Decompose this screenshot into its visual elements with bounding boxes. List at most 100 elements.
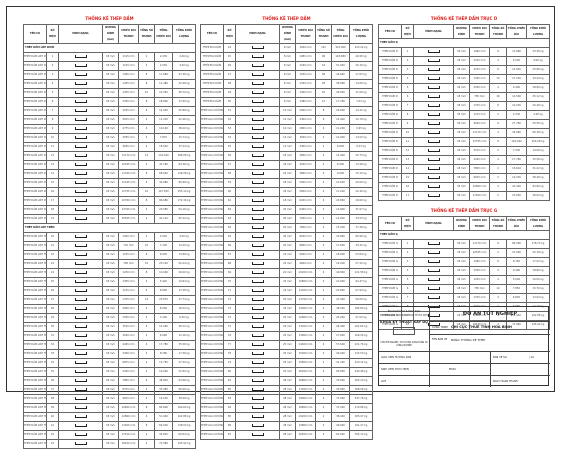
bar-diameter: 22 mm [279,277,296,287]
rebar-shape-icon [74,378,87,382]
bar-diameter: 18 mm [102,412,119,422]
total-length: 42.400 [506,182,527,192]
bar-diameter: 18 mm [453,182,470,192]
table-row: THÉP DẦM LỚP DƯỚI8 18 mm5615 mm211.23022.… [23,115,196,125]
bar-count: 2 [489,173,507,183]
mark-number: 46 [223,61,236,71]
bar-count: 2 [315,385,332,395]
column-header: TỔNG CHIỀU DÀI [506,24,527,39]
bar-length: 1155 mm [118,250,139,260]
bar-shape-cell [235,367,280,377]
member-name: THÉP DẦM LỚP TRÊN [23,349,47,359]
bar-shape-cell [235,340,280,350]
rebar-shape-icon [74,81,87,85]
total-length: 42.180 [154,160,173,170]
member-name: THÉP DẦM LỚP TRÊN [23,250,47,260]
bar-length: 2000 mm [295,106,316,116]
member-name: THÉP GIA CƯỜNG [200,169,224,179]
bar-diameter: 28 mm [279,412,296,422]
title-block-divider [379,351,550,352]
bar-count: 4 [489,182,507,192]
column-header: TỔNG SỐ THANH [138,24,155,44]
member-name: THÉP GIA CƯỜNG [200,322,224,332]
bar-diameter: 18 mm [102,232,119,242]
bar-count: 6 [138,106,155,116]
bar-count: 2 [315,277,332,287]
total-weight: 121.58 kg [349,268,373,278]
total-weight: 14.06 kg [526,146,550,156]
bar-count: 2 [138,133,155,143]
total-weight: 66.96 kg [172,385,196,395]
table-row: THÉP DẦM LỚP TRÊN34 18 mm6875 mm213.75027… [23,358,196,368]
total-weight: 394.13 kg [349,430,373,440]
mark-number: 63 [223,214,236,224]
column-header: CHIỀU DÀI THANH [118,24,139,44]
member-name: THÉP DẦM LỚP DƯỚI [23,205,47,215]
bar-count: 2 [315,142,332,152]
bar-length: 11170 mm [469,128,490,138]
member-name: THÉP GIA CƯỜNG [200,160,224,170]
bar-count: 14 [138,295,155,305]
mark-number: 1 [401,239,414,249]
rebar-shape-icon [427,49,440,53]
bar-diameter: 18 mm [102,376,119,386]
bar-diameter: 18 mm [453,257,470,267]
bar-diameter: 18 mm [102,151,119,161]
member-name: THÉP DẦM LỚP TRÊN [23,322,47,332]
mark-number: 4 [46,79,59,89]
bar-count: 4 [315,133,332,143]
bar-shape-cell [235,430,280,440]
bar-diameter: 18 mm [102,250,119,260]
total-length: 3.100 [154,313,173,323]
bar-shape-cell [413,110,454,120]
total-length: 10.900 [154,367,173,377]
bar-count: 2 [315,295,332,305]
bar-count: 10 [138,241,155,251]
total-weight: 221.76 kg [349,340,373,350]
bar-count: 2 [315,403,332,413]
mark-number: 11 [46,142,59,152]
bar-diameter: 20 mm [279,214,296,224]
table-row: THÉP GIA CƯỜNG 52 12 mm 2400 mm 6 14.400 12.79… [200,115,373,125]
bar-diameter: 18 mm [279,196,296,206]
bar-length: 19800 mm [295,421,316,431]
rebar-shape-icon [74,306,87,310]
table-row: THÉP DẦM LỚP TRÊN41 18 mm11500 mm669.0001… [23,421,196,431]
total-weight: 93.66 kg [172,376,196,386]
total-weight: 25.86 kg [172,106,196,116]
member-name: THÉP DẦM D [378,182,402,192]
bar-shape-cell [235,295,280,305]
table-row: THÉP DẦM D 13 18 mm 4445 mm 4 17.780 35.56 kg [378,155,550,165]
bar-count: 4 [315,430,332,440]
total-length: 72.000 [331,394,350,404]
bar-diameter: 22 mm [279,268,296,278]
member-name: THÉP GIA CƯỜNG [200,349,224,359]
total-weight: 38.46 kg [526,173,550,183]
total-length: 44.680 [506,128,527,138]
bar-length: 1460 mm [118,70,139,80]
rebar-shape-icon [74,315,87,319]
mark-number: 17 [46,196,59,206]
bar-count: 6 [138,169,155,179]
mark-number: 6 [46,97,59,107]
rebar-shape-icon [251,369,264,373]
table-row: THÉP GIA CƯỜNG 67 22 mm 9000 mm 2 18.000 53.64… [200,250,373,260]
bar-shape-cell [235,52,280,62]
total-weight: 89.36 kg [526,128,550,138]
member-name: THÉP GIA CƯỜNG [200,259,224,269]
rebar-shape-icon [74,432,87,436]
bar-count: 2 [138,358,155,368]
mark-number: 48 [223,79,236,89]
table-row: THÉP GIA CƯỜNG 60 18 mm 5600 mm 2 11.200 22.40… [200,187,373,197]
column-header: CHIỀU DÀI THANH [469,24,490,39]
total-weight: 13.26 kg [349,160,373,170]
member-name: THÉP DẦM LỚP DƯỚI [23,196,47,206]
bar-length: 12000 mm [295,304,316,314]
bar-diameter: 18 mm [102,304,119,314]
bar-shape-cell [413,65,454,75]
total-length: 312.000 [331,43,350,53]
mark-number: 39 [46,403,59,413]
mark-number: 43 [46,439,59,449]
bar-shape-cell [58,439,103,449]
table-row: THÉP GIA CƯỜNG 86 28 mm 19800 mm 2 39.600 191.… [200,421,373,431]
